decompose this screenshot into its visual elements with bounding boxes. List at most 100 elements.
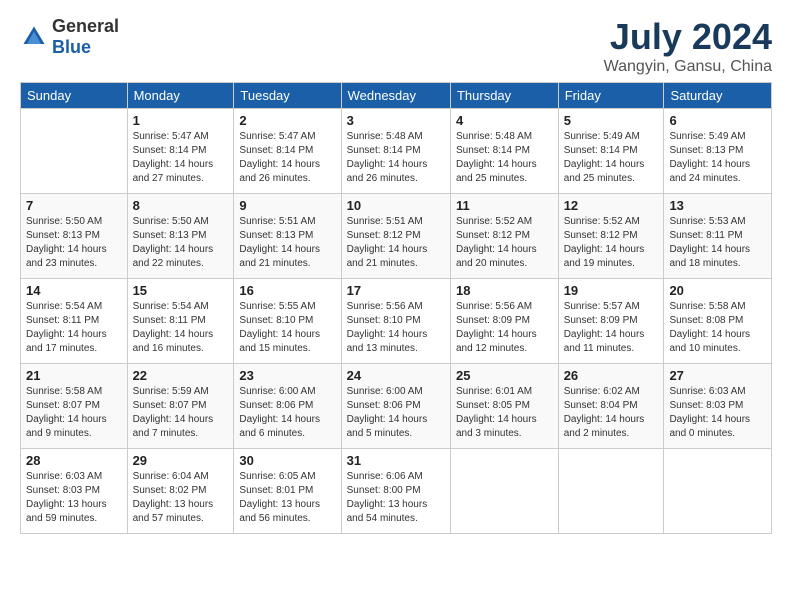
day-number: 10 <box>347 198 445 213</box>
week-row-2: 7 Sunrise: 5:50 AM Sunset: 8:13 PM Daylig… <box>21 194 772 279</box>
calendar-cell: 18 Sunrise: 5:56 AM Sunset: 8:09 PM Dayli… <box>450 279 558 364</box>
day-number: 22 <box>133 368 229 383</box>
day-info: Sunrise: 5:47 AM Sunset: 8:14 PM Dayligh… <box>133 130 229 186</box>
calendar-cell: 25Sunrise: 6:01 AM Sunset: 8:05 PM Dayli… <box>450 364 558 449</box>
day-info: Sunrise: 6:02 AM Sunset: 8:04 PM Dayligh… <box>564 385 659 441</box>
logo-general: General <box>52 16 119 36</box>
day-info: Sunrise: 6:03 AM Sunset: 8:03 PM Dayligh… <box>669 385 766 441</box>
col-friday: Friday <box>558 83 664 109</box>
day-info: Sunrise: 5:56 AM Sunset: 8:10 PM Dayligh… <box>347 300 445 356</box>
day-info: Sunrise: 5:58 AM Sunset: 8:07 PM Dayligh… <box>26 385 122 441</box>
calendar-cell: 8 Sunrise: 5:50 AM Sunset: 8:13 PM Daylig… <box>127 194 234 279</box>
calendar-cell: 6 Sunrise: 5:49 AM Sunset: 8:13 PM Daylig… <box>664 109 772 194</box>
calendar: Sunday Monday Tuesday Wednesday Thursday… <box>20 82 772 534</box>
day-number: 6 <box>669 113 766 128</box>
calendar-cell: 31 Sunrise: 6:06 AM Sunset: 8:00 PM Dayli… <box>341 449 450 534</box>
logo: General Blue <box>20 16 119 58</box>
col-thursday: Thursday <box>450 83 558 109</box>
week-row-5: 28Sunrise: 6:03 AM Sunset: 8:03 PM Dayli… <box>21 449 772 534</box>
calendar-cell: 12Sunrise: 5:52 AM Sunset: 8:12 PM Dayli… <box>558 194 664 279</box>
day-number: 9 <box>239 198 335 213</box>
calendar-cell: 3 Sunrise: 5:48 AM Sunset: 8:14 PM Daylig… <box>341 109 450 194</box>
day-number: 1 <box>133 113 229 128</box>
day-number: 14 <box>26 283 122 298</box>
day-number: 15 <box>133 283 229 298</box>
day-info: Sunrise: 6:00 AM Sunset: 8:06 PM Dayligh… <box>347 385 445 441</box>
calendar-cell: 23 Sunrise: 6:00 AM Sunset: 8:06 PM Dayli… <box>234 364 341 449</box>
calendar-cell: 29 Sunrise: 6:04 AM Sunset: 8:02 PM Dayli… <box>127 449 234 534</box>
calendar-cell: 26 Sunrise: 6:02 AM Sunset: 8:04 PM Dayli… <box>558 364 664 449</box>
day-number: 26 <box>564 368 659 383</box>
logo-icon <box>20 23 48 51</box>
calendar-cell: 9 Sunrise: 5:51 AM Sunset: 8:13 PM Daylig… <box>234 194 341 279</box>
logo-blue: Blue <box>52 37 91 57</box>
day-info: Sunrise: 5:54 AM Sunset: 8:11 PM Dayligh… <box>26 300 122 356</box>
calendar-cell: 22Sunrise: 5:59 AM Sunset: 8:07 PM Dayli… <box>127 364 234 449</box>
day-number: 24 <box>347 368 445 383</box>
calendar-cell: 24 Sunrise: 6:00 AM Sunset: 8:06 PM Dayli… <box>341 364 450 449</box>
day-info: Sunrise: 5:54 AM Sunset: 8:11 PM Dayligh… <box>133 300 229 356</box>
day-number: 31 <box>347 453 445 468</box>
day-number: 4 <box>456 113 553 128</box>
calendar-cell: 19Sunrise: 5:57 AM Sunset: 8:09 PM Dayli… <box>558 279 664 364</box>
calendar-cell <box>21 109 128 194</box>
calendar-cell: 28Sunrise: 6:03 AM Sunset: 8:03 PM Dayli… <box>21 449 128 534</box>
day-number: 16 <box>239 283 335 298</box>
calendar-cell: 10 Sunrise: 5:51 AM Sunset: 8:12 PM Dayli… <box>341 194 450 279</box>
day-info: Sunrise: 5:50 AM Sunset: 8:13 PM Dayligh… <box>26 215 122 271</box>
day-info: Sunrise: 6:04 AM Sunset: 8:02 PM Dayligh… <box>133 470 229 526</box>
day-info: Sunrise: 5:53 AM Sunset: 8:11 PM Dayligh… <box>669 215 766 271</box>
calendar-cell <box>664 449 772 534</box>
day-number: 2 <box>239 113 335 128</box>
day-info: Sunrise: 6:03 AM Sunset: 8:03 PM Dayligh… <box>26 470 122 526</box>
day-info: Sunrise: 6:00 AM Sunset: 8:06 PM Dayligh… <box>239 385 335 441</box>
calendar-cell: 17Sunrise: 5:56 AM Sunset: 8:10 PM Dayli… <box>341 279 450 364</box>
calendar-cell: 16 Sunrise: 5:55 AM Sunset: 8:10 PM Dayli… <box>234 279 341 364</box>
day-number: 18 <box>456 283 553 298</box>
calendar-cell <box>558 449 664 534</box>
day-number: 30 <box>239 453 335 468</box>
day-number: 29 <box>133 453 229 468</box>
day-info: Sunrise: 5:50 AM Sunset: 8:13 PM Dayligh… <box>133 215 229 271</box>
title-block: July 2024 Wangyin, Gansu, China <box>604 16 772 76</box>
calendar-cell <box>450 449 558 534</box>
day-number: 7 <box>26 198 122 213</box>
calendar-cell: 2 Sunrise: 5:47 AM Sunset: 8:14 PM Daylig… <box>234 109 341 194</box>
calendar-cell: 7 Sunrise: 5:50 AM Sunset: 8:13 PM Daylig… <box>21 194 128 279</box>
day-info: Sunrise: 6:05 AM Sunset: 8:01 PM Dayligh… <box>239 470 335 526</box>
calendar-cell: 11Sunrise: 5:52 AM Sunset: 8:12 PM Dayli… <box>450 194 558 279</box>
day-info: Sunrise: 5:49 AM Sunset: 8:14 PM Dayligh… <box>564 130 659 186</box>
week-row-1: 1 Sunrise: 5:47 AM Sunset: 8:14 PM Daylig… <box>21 109 772 194</box>
day-number: 12 <box>564 198 659 213</box>
day-info: Sunrise: 5:47 AM Sunset: 8:14 PM Dayligh… <box>239 130 335 186</box>
day-info: Sunrise: 5:51 AM Sunset: 8:13 PM Dayligh… <box>239 215 335 271</box>
header: General Blue July 2024 Wangyin, Gansu, C… <box>20 16 772 76</box>
day-info: Sunrise: 6:06 AM Sunset: 8:00 PM Dayligh… <box>347 470 445 526</box>
col-sunday: Sunday <box>21 83 128 109</box>
week-row-4: 21 Sunrise: 5:58 AM Sunset: 8:07 PM Dayli… <box>21 364 772 449</box>
calendar-cell: 27 Sunrise: 6:03 AM Sunset: 8:03 PM Dayli… <box>664 364 772 449</box>
day-info: Sunrise: 5:49 AM Sunset: 8:13 PM Dayligh… <box>669 130 766 186</box>
day-number: 8 <box>133 198 229 213</box>
logo-text: General Blue <box>52 16 119 58</box>
col-tuesday: Tuesday <box>234 83 341 109</box>
header-row: Sunday Monday Tuesday Wednesday Thursday… <box>21 83 772 109</box>
col-wednesday: Wednesday <box>341 83 450 109</box>
day-number: 27 <box>669 368 766 383</box>
day-info: Sunrise: 5:55 AM Sunset: 8:10 PM Dayligh… <box>239 300 335 356</box>
day-info: Sunrise: 5:48 AM Sunset: 8:14 PM Dayligh… <box>347 130 445 186</box>
calendar-cell: 4Sunrise: 5:48 AM Sunset: 8:14 PM Daylig… <box>450 109 558 194</box>
day-number: 23 <box>239 368 335 383</box>
day-info: Sunrise: 5:58 AM Sunset: 8:08 PM Dayligh… <box>669 300 766 356</box>
day-number: 21 <box>26 368 122 383</box>
day-info: Sunrise: 5:56 AM Sunset: 8:09 PM Dayligh… <box>456 300 553 356</box>
calendar-cell: 15 Sunrise: 5:54 AM Sunset: 8:11 PM Dayli… <box>127 279 234 364</box>
day-number: 3 <box>347 113 445 128</box>
day-number: 19 <box>564 283 659 298</box>
day-info: Sunrise: 5:51 AM Sunset: 8:12 PM Dayligh… <box>347 215 445 271</box>
calendar-cell: 30 Sunrise: 6:05 AM Sunset: 8:01 PM Dayli… <box>234 449 341 534</box>
calendar-cell: 21 Sunrise: 5:58 AM Sunset: 8:07 PM Dayli… <box>21 364 128 449</box>
day-info: Sunrise: 6:01 AM Sunset: 8:05 PM Dayligh… <box>456 385 553 441</box>
calendar-cell: 5Sunrise: 5:49 AM Sunset: 8:14 PM Daylig… <box>558 109 664 194</box>
main-title: July 2024 <box>604 16 772 58</box>
